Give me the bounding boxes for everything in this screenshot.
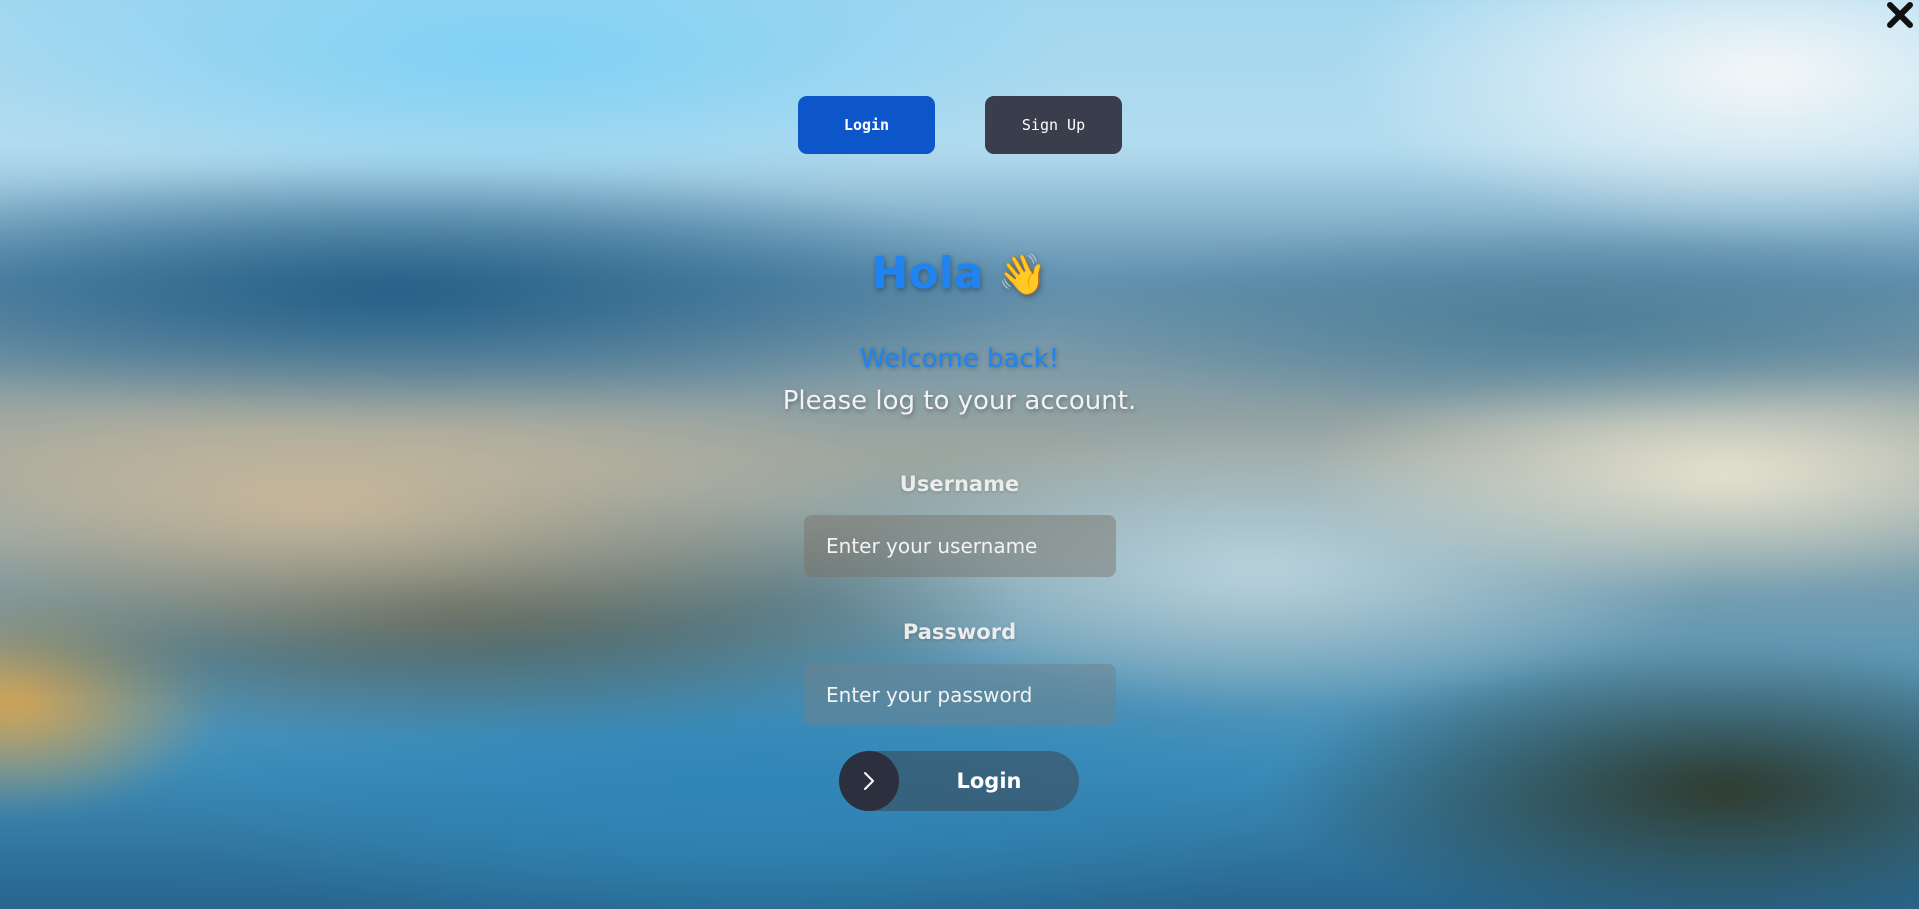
login-submit-button[interactable]: Login — [839, 751, 1079, 811]
login-submit-label: Login — [956, 769, 1022, 793]
waving-hand-icon: 👋 — [997, 252, 1048, 298]
login-subtitle: Please log to your account. — [782, 386, 1137, 416]
close-icon — [1887, 2, 1913, 28]
username-input[interactable] — [804, 515, 1116, 577]
password-input[interactable] — [804, 664, 1116, 726]
greeting-title: Hola 👋 — [0, 248, 1919, 299]
close-button[interactable] — [1885, 0, 1915, 30]
tab-login[interactable]: Login — [798, 96, 935, 154]
tab-signup[interactable]: Sign Up — [985, 96, 1122, 154]
chevron-right-icon — [839, 751, 899, 811]
username-label: Username — [899, 472, 1020, 496]
password-label: Password — [902, 620, 1017, 644]
welcome-text: Welcome back! — [859, 344, 1060, 374]
greeting-title-text: Hola — [871, 248, 984, 299]
